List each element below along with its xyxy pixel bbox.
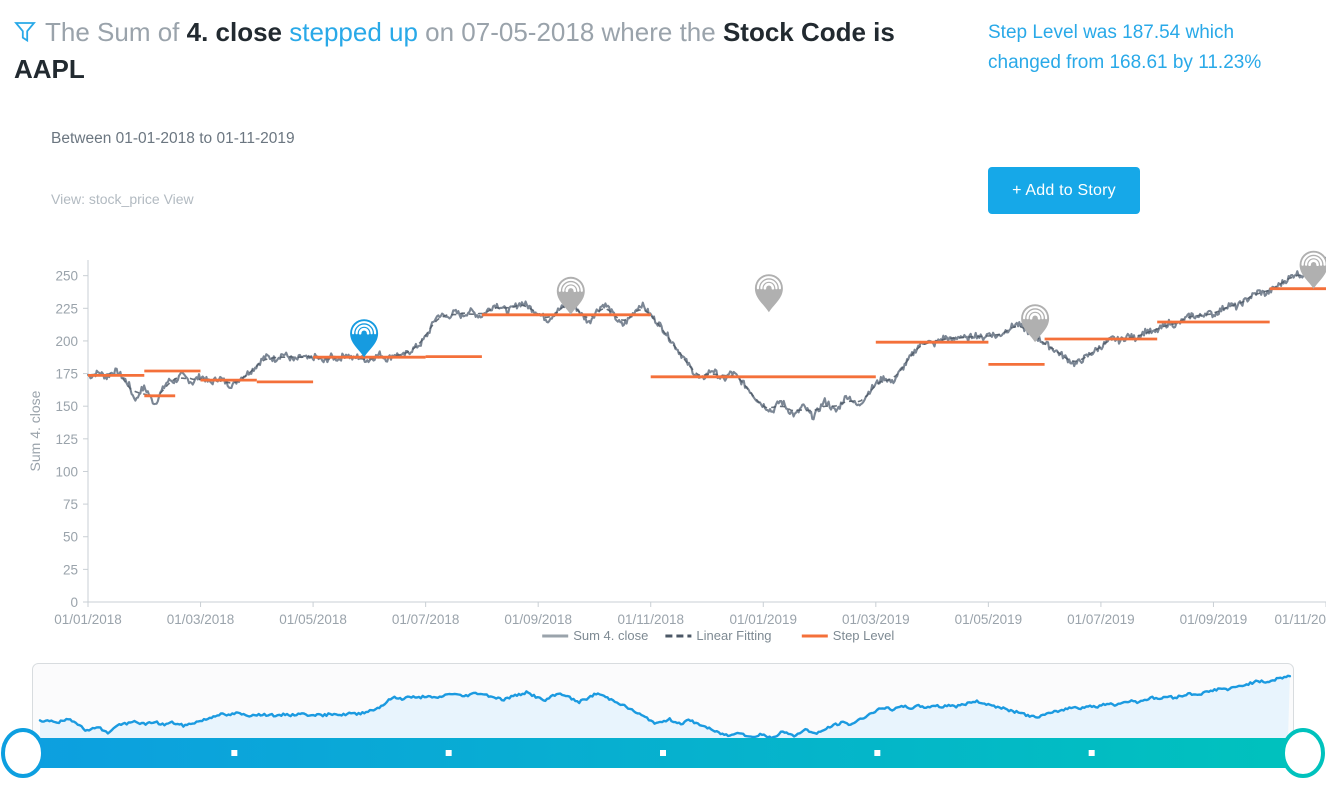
chart-axes	[88, 260, 1326, 602]
chart-series-group	[88, 257, 1326, 419]
main-chart[interactable]: 0255075100125150175200225250 01/01/20180…	[0, 248, 1326, 656]
headline-event: stepped up	[289, 17, 418, 47]
y-tick-label: 225	[55, 301, 78, 316]
range-handle-right[interactable]	[1283, 730, 1323, 776]
series-linear-fitting	[88, 261, 1326, 411]
x-tick-label: 01/03/2019	[842, 612, 910, 627]
y-tick-label: 175	[55, 367, 78, 382]
x-tick-label: 01/05/2019	[955, 612, 1023, 627]
x-tick-label: 01/09/2019	[1180, 612, 1248, 627]
range-selector[interactable]	[0, 656, 1326, 784]
range-tick	[231, 750, 237, 756]
range-tick	[874, 750, 880, 756]
signal-pin-icon[interactable]	[755, 274, 783, 312]
range-tick	[660, 750, 666, 756]
range-handle-left[interactable]	[3, 730, 43, 776]
insight-summary: Step Level was 187.54 which changed from…	[988, 18, 1293, 78]
y-tick-label: 25	[63, 562, 78, 577]
x-tick-label: 01/09/2018	[504, 612, 572, 627]
legend-label: Step Level	[833, 628, 895, 643]
headline-seg-2: on 07-05-2018 where the	[418, 17, 723, 47]
legend-label: Linear Fitting	[696, 628, 771, 643]
y-tick-label: 50	[63, 530, 78, 545]
x-tick-label: 01/11/20	[1274, 612, 1326, 627]
x-tick-label: 01/01/2019	[729, 612, 797, 627]
y-tick-label: 100	[55, 464, 78, 479]
y-tick-label: 150	[55, 399, 78, 414]
date-range-subtitle: Between 01-01-2018 to 01-11-2019	[51, 130, 295, 148]
legend-label: Sum 4. close	[573, 628, 648, 643]
x-axis-ticks: 01/01/2018 01/03/2018 01/05/2018 01/07/2018…	[54, 602, 1326, 627]
x-tick-label: 01/07/2019	[1067, 612, 1135, 627]
signal-pin-icon[interactable]	[350, 319, 378, 357]
chart-legend: Sum 4. close Linear Fitting Step Level	[542, 628, 894, 643]
range-tick	[1089, 750, 1095, 756]
page-title: The Sum of 4. close stepped up on 07-05-…	[14, 14, 944, 88]
headline-measure: 4. close	[187, 17, 282, 47]
y-tick-label: 250	[55, 269, 78, 284]
filter-funnel-icon[interactable]	[14, 17, 36, 41]
y-tick-label: 75	[63, 497, 78, 512]
main-chart-svg[interactable]: 0255075100125150175200225250 01/01/20180…	[0, 248, 1326, 656]
range-tick	[446, 750, 452, 756]
y-tick-label: 125	[55, 432, 78, 447]
range-selector-svg[interactable]	[0, 656, 1326, 784]
add-to-story-button[interactable]: + Add to Story	[988, 167, 1140, 214]
x-tick-label: 01/03/2018	[167, 612, 235, 627]
headline-seg-1: The Sum of	[45, 17, 187, 47]
x-tick-label: 01/01/2018	[54, 612, 122, 627]
y-tick-label: 0	[70, 595, 78, 610]
y-axis-title: Sum 4. close	[27, 390, 43, 471]
signal-pin-icon[interactable]	[1300, 251, 1326, 289]
x-tick-label: 01/05/2018	[279, 612, 347, 627]
insight-page: The Sum of 4. close stepped up on 07-05-…	[0, 0, 1326, 784]
x-tick-label: 01/07/2018	[392, 612, 460, 627]
y-axis-ticks: 0 25 50 75 100 125 150 175 200 225 250	[55, 269, 88, 610]
y-tick-label: 200	[55, 334, 78, 349]
view-source-label: View: stock_price View	[51, 191, 194, 207]
series-step-level	[88, 289, 1326, 396]
x-tick-label: 01/11/2018	[617, 612, 684, 627]
signal-pin-icon[interactable]	[1021, 304, 1049, 342]
